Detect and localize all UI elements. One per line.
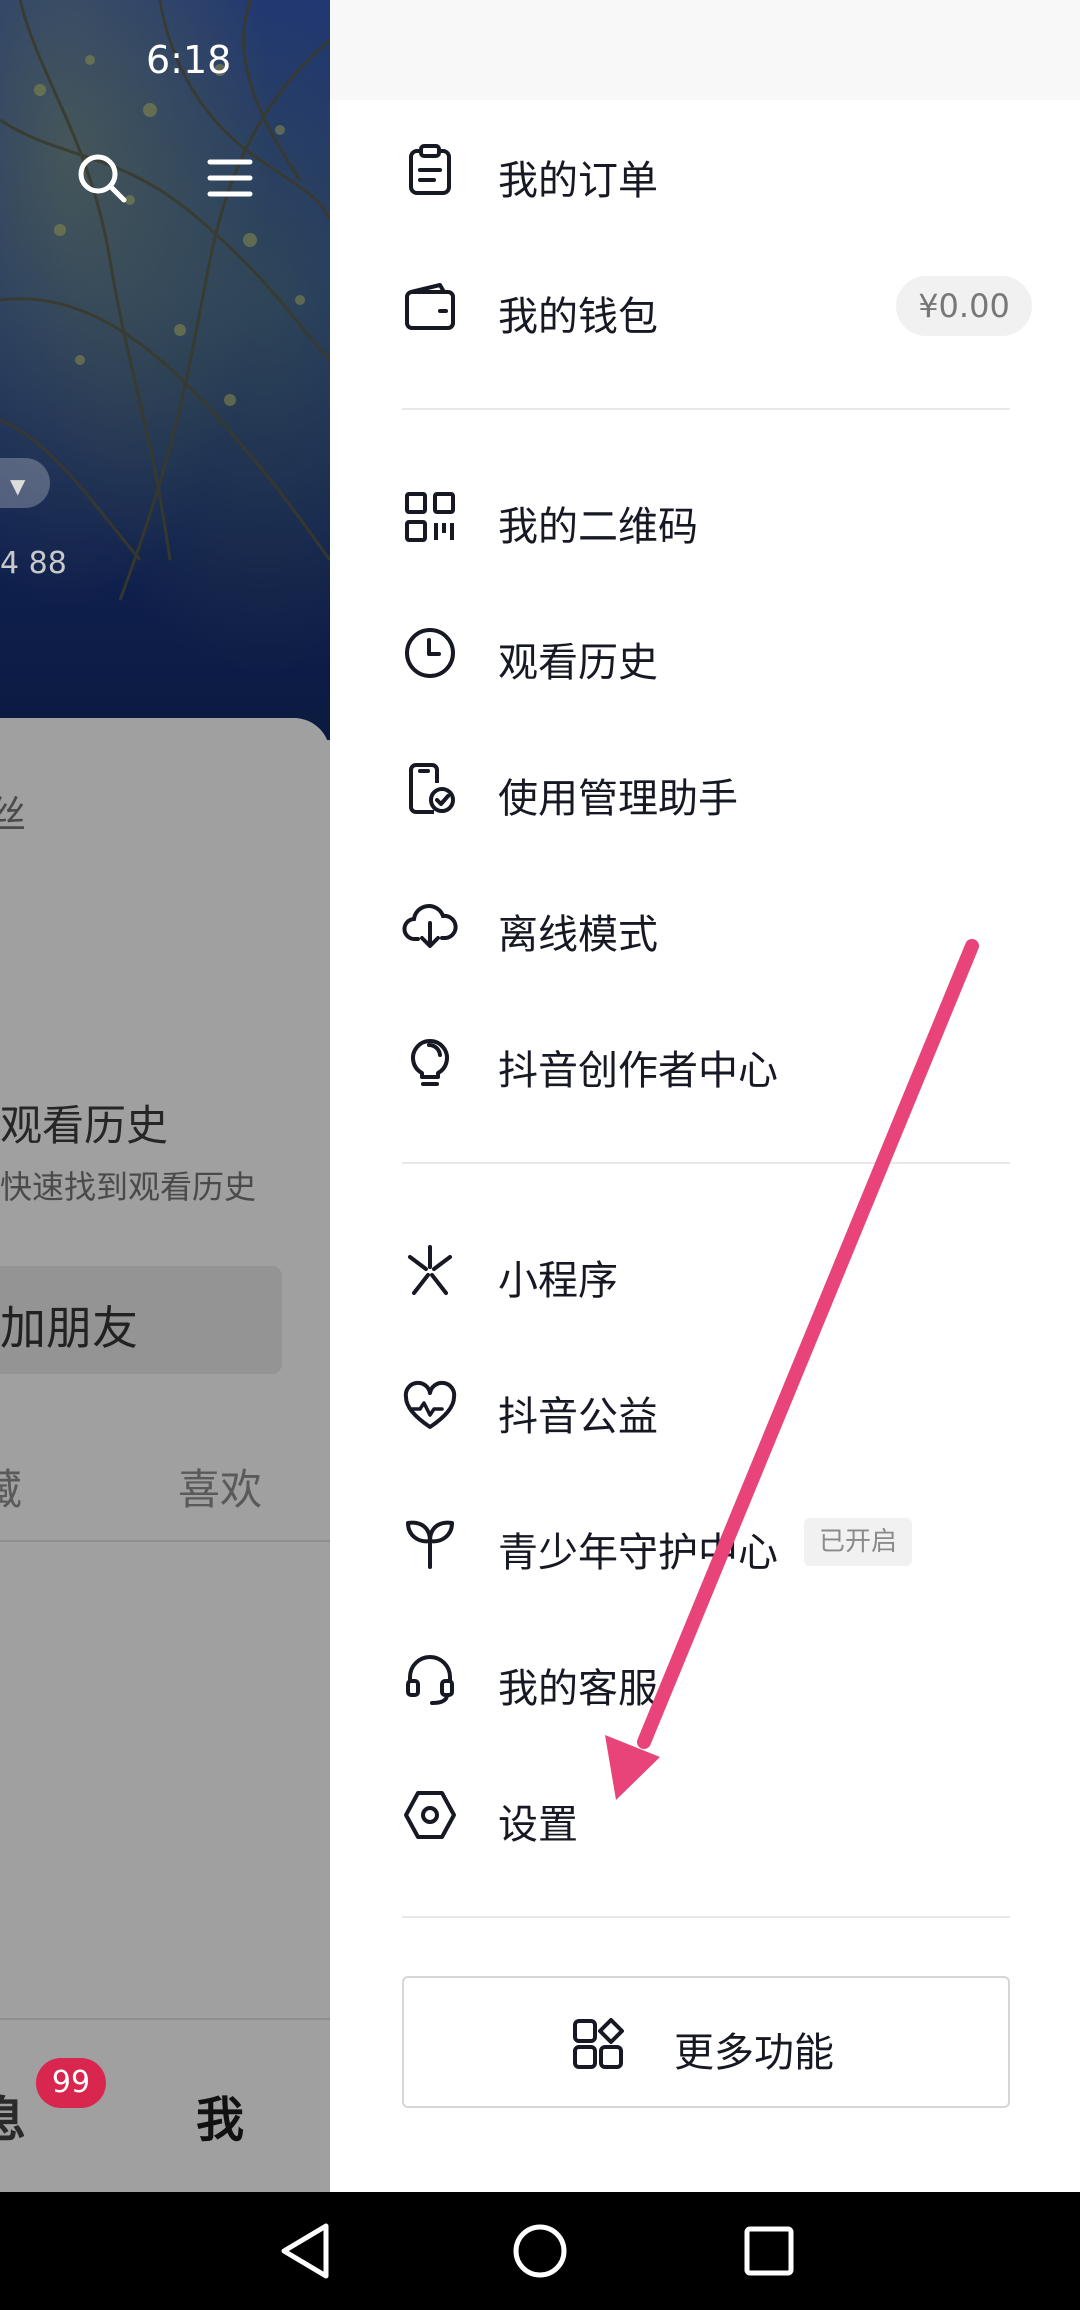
menu-item-label: 抖音公益 <box>498 1394 658 1440</box>
system-navigation-bar <box>0 2192 1080 2310</box>
account-switch-button[interactable]: ▼ <box>0 458 50 508</box>
menu-item-settings[interactable]: 设置 <box>402 1760 1042 1870</box>
drawer-status-bar <box>330 0 1080 100</box>
menu-item-youth-protection[interactable]: 青少年守护中心 <box>402 1488 1042 1598</box>
clock-icon <box>402 625 458 681</box>
menu-item-creator-center[interactable]: 抖音创作者中心 <box>402 1006 1042 1116</box>
menu-item-customer-service[interactable]: 我的客服 <box>402 1624 1042 1734</box>
menu-item-offline-mode[interactable]: 离线模式 <box>402 870 1042 980</box>
heart-icon <box>402 1379 458 1435</box>
history-card-title[interactable]: 观看历史 <box>0 1092 168 1153</box>
clipboard-icon <box>402 143 458 199</box>
menu-item-label: 使用管理助手 <box>498 776 738 822</box>
tree-branches-image <box>0 0 330 601</box>
status-time: 6:18 <box>146 38 232 82</box>
settings-icon <box>402 1787 458 1843</box>
menu-icon[interactable] <box>206 156 254 200</box>
cloud-download-icon <box>402 897 458 953</box>
menu-item-mini-programs[interactable]: 小程序 <box>402 1216 1042 1326</box>
profile-cover-image: 6:18 ▼ 4 88 <box>0 0 330 740</box>
menu-item-label: 抖音创作者中心 <box>498 1048 778 1094</box>
side-drawer: 我的订单 我的钱包 ¥0.00 我的二维码 观看历史 使用管理助手 离线模式 抖… <box>330 0 1080 2192</box>
grid-apps-icon <box>573 2018 624 2069</box>
recents-icon[interactable] <box>732 2214 806 2288</box>
menu-item-label: 离线模式 <box>498 912 658 958</box>
wallet-balance-badge: ¥0.00 <box>896 276 1032 336</box>
menu-item-qr-code[interactable]: 我的二维码 <box>402 462 1042 572</box>
menu-item-label: 我的钱包 <box>498 294 658 340</box>
menu-item-usage-assistant[interactable]: 使用管理助手 <box>402 734 1042 844</box>
menu-item-label: 青少年守护中心 <box>498 1530 778 1576</box>
section-divider <box>402 1162 1010 1164</box>
phone-check-icon <box>402 761 458 817</box>
profile-content-panel: 丝 观看历史 快速找到观看历史 加朋友 藏 喜欢 息 99 我 <box>0 718 330 2192</box>
wallet-icon <box>402 279 458 335</box>
more-features-label: 更多功能 <box>674 2030 834 2076</box>
menu-item-label: 我的订单 <box>498 158 658 204</box>
headset-icon <box>402 1651 458 1707</box>
search-icon[interactable] <box>74 150 130 206</box>
more-features-button[interactable]: 更多功能 <box>402 1976 1010 2108</box>
bottom-nav-divider <box>0 2018 330 2020</box>
home-icon[interactable] <box>503 2214 577 2288</box>
tab-collect[interactable]: 藏 <box>0 1456 22 1517</box>
sprout-icon <box>402 1515 458 1571</box>
mini-program-icon <box>402 1243 458 1299</box>
menu-item-label: 设置 <box>498 1802 578 1848</box>
add-friend-label: 加朋友 <box>0 1301 138 1355</box>
section-divider <box>402 408 1010 410</box>
lightbulb-icon <box>402 1033 458 1089</box>
back-icon[interactable] <box>270 2214 344 2288</box>
menu-item-watch-history[interactable]: 观看历史 <box>402 598 1042 708</box>
qr-code-icon <box>402 489 458 545</box>
chevron-down-icon: ▼ <box>10 474 26 498</box>
nav-me[interactable]: 我 <box>196 2080 244 2150</box>
tab-like[interactable]: 喜欢 <box>178 1456 262 1517</box>
section-divider <box>402 1916 1010 1918</box>
profile-stats-fragment: 4 88 <box>0 546 67 581</box>
menu-item-orders[interactable]: 我的订单 <box>402 116 1042 226</box>
add-friend-button[interactable]: 加朋友 <box>0 1266 282 1374</box>
menu-item-label: 我的二维码 <box>498 504 698 550</box>
fans-label-fragment: 丝 <box>0 793 27 837</box>
menu-item-label: 观看历史 <box>498 640 658 686</box>
menu-item-label: 小程序 <box>498 1258 618 1304</box>
menu-item-charity[interactable]: 抖音公益 <box>402 1352 1042 1462</box>
history-card-subtitle: 快速找到观看历史 <box>0 1168 257 1206</box>
youth-protection-status-badge: 已开启 <box>804 1518 912 1566</box>
tabs-divider <box>0 1540 330 1542</box>
menu-item-label: 我的客服 <box>498 1666 658 1712</box>
profile-page-background: 6:18 ▼ 4 88 丝 观看历史 快速找到观看历史 加朋友 藏 喜欢 息 9… <box>0 0 330 2192</box>
messages-badge: 99 <box>36 2058 106 2108</box>
nav-messages[interactable]: 息 <box>0 2080 26 2150</box>
